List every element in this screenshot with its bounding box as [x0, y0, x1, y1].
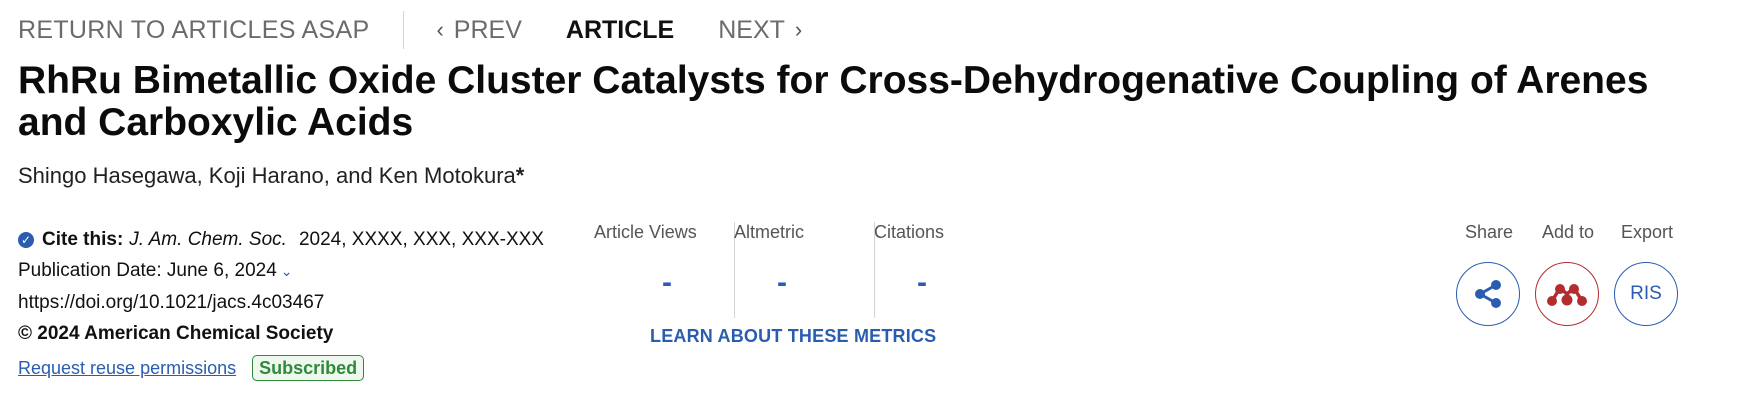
- add-to-mendeley-button[interactable]: [1535, 262, 1599, 326]
- next-article-link[interactable]: NEXT ›: [718, 16, 802, 45]
- return-to-articles-link[interactable]: RETURN TO ARTICLES ASAP: [18, 16, 369, 45]
- publication-date: Publication Date: June 6, 2024: [18, 260, 277, 281]
- article-metrics: Article Views - Altmetric - Citations -: [580, 222, 1000, 332]
- citation-details: 2024, XXXX, XXX, XXX-XXX: [298, 229, 544, 250]
- metric-label: Altmetric: [734, 222, 805, 242]
- metric-value: -: [917, 266, 927, 299]
- chevron-down-icon: ⌄: [280, 263, 293, 279]
- copyright-notice: © 2024 American Chemical Society: [18, 323, 334, 344]
- metric-article-views: Article Views -: [594, 222, 754, 318]
- next-label: NEXT: [718, 15, 785, 44]
- article-navigation: RETURN TO ARTICLES ASAP ‹ PREV ARTICLE N…: [18, 10, 802, 50]
- corresponding-author-mark: *: [515, 163, 525, 188]
- add-to-action: Add to: [1535, 222, 1601, 326]
- authors-text[interactable]: Shingo Hasegawa, Koji Harano, and Ken Mo…: [18, 163, 516, 188]
- request-reuse-permissions-link[interactable]: Request reuse permissions: [18, 358, 236, 378]
- metric-value: -: [777, 266, 787, 299]
- chevron-left-icon: ‹: [436, 17, 444, 42]
- metric-citations: Citations -: [874, 222, 1014, 318]
- doi-link[interactable]: https://doi.org/10.1021/jacs.4c03467: [18, 287, 558, 318]
- current-article-tab: ARTICLE: [565, 15, 675, 44]
- check-circle-icon: ✓: [18, 232, 34, 248]
- metric-altmetric: Altmetric -: [734, 222, 874, 318]
- export-ris-button[interactable]: RIS: [1614, 262, 1678, 326]
- learn-about-metrics-link[interactable]: LEARN ABOUT THESE METRICS: [650, 326, 936, 347]
- metric-value: -: [662, 266, 672, 299]
- share-icon: [1475, 280, 1501, 308]
- article-actions: Share Add to Export RIS: [1456, 222, 1726, 332]
- publication-date-row[interactable]: Publication Date: June 6, 2024 ⌄: [18, 255, 558, 287]
- prev-article-link[interactable]: ‹ PREV: [436, 16, 521, 45]
- export-action: Export RIS: [1614, 222, 1680, 326]
- author-list: Shingo Hasegawa, Koji Harano, and Ken Mo…: [18, 163, 524, 189]
- article-title: RhRu Bimetallic Oxide Cluster Catalysts …: [18, 59, 1649, 144]
- ris-label: RIS: [1630, 283, 1662, 304]
- chevron-right-icon: ›: [794, 17, 803, 42]
- subscribed-badge: Subscribed: [252, 355, 365, 381]
- metric-label: Citations: [874, 222, 945, 242]
- journal-name: J. Am. Chem. Soc.: [129, 229, 287, 250]
- cite-line[interactable]: ✓ Cite this: J. Am. Chem. Soc. 2024, XXXX, …: [18, 224, 558, 255]
- cite-label: Cite this:: [42, 229, 124, 250]
- share-button[interactable]: [1456, 262, 1520, 326]
- add-to-label: Add to: [1541, 222, 1595, 242]
- share-label: Share: [1464, 222, 1514, 242]
- reuse-row: Request reuse permissions Subscribed: [18, 353, 558, 384]
- prev-label: PREV: [453, 15, 522, 44]
- mendeley-icon: [1547, 284, 1587, 306]
- nav-divider: [403, 11, 405, 49]
- export-label: Export: [1620, 222, 1674, 242]
- metric-label: Article Views: [594, 222, 697, 242]
- share-action: Share: [1456, 222, 1522, 326]
- citation-info: ✓ Cite this: J. Am. Chem. Soc. 2024, XXXX, …: [18, 224, 558, 384]
